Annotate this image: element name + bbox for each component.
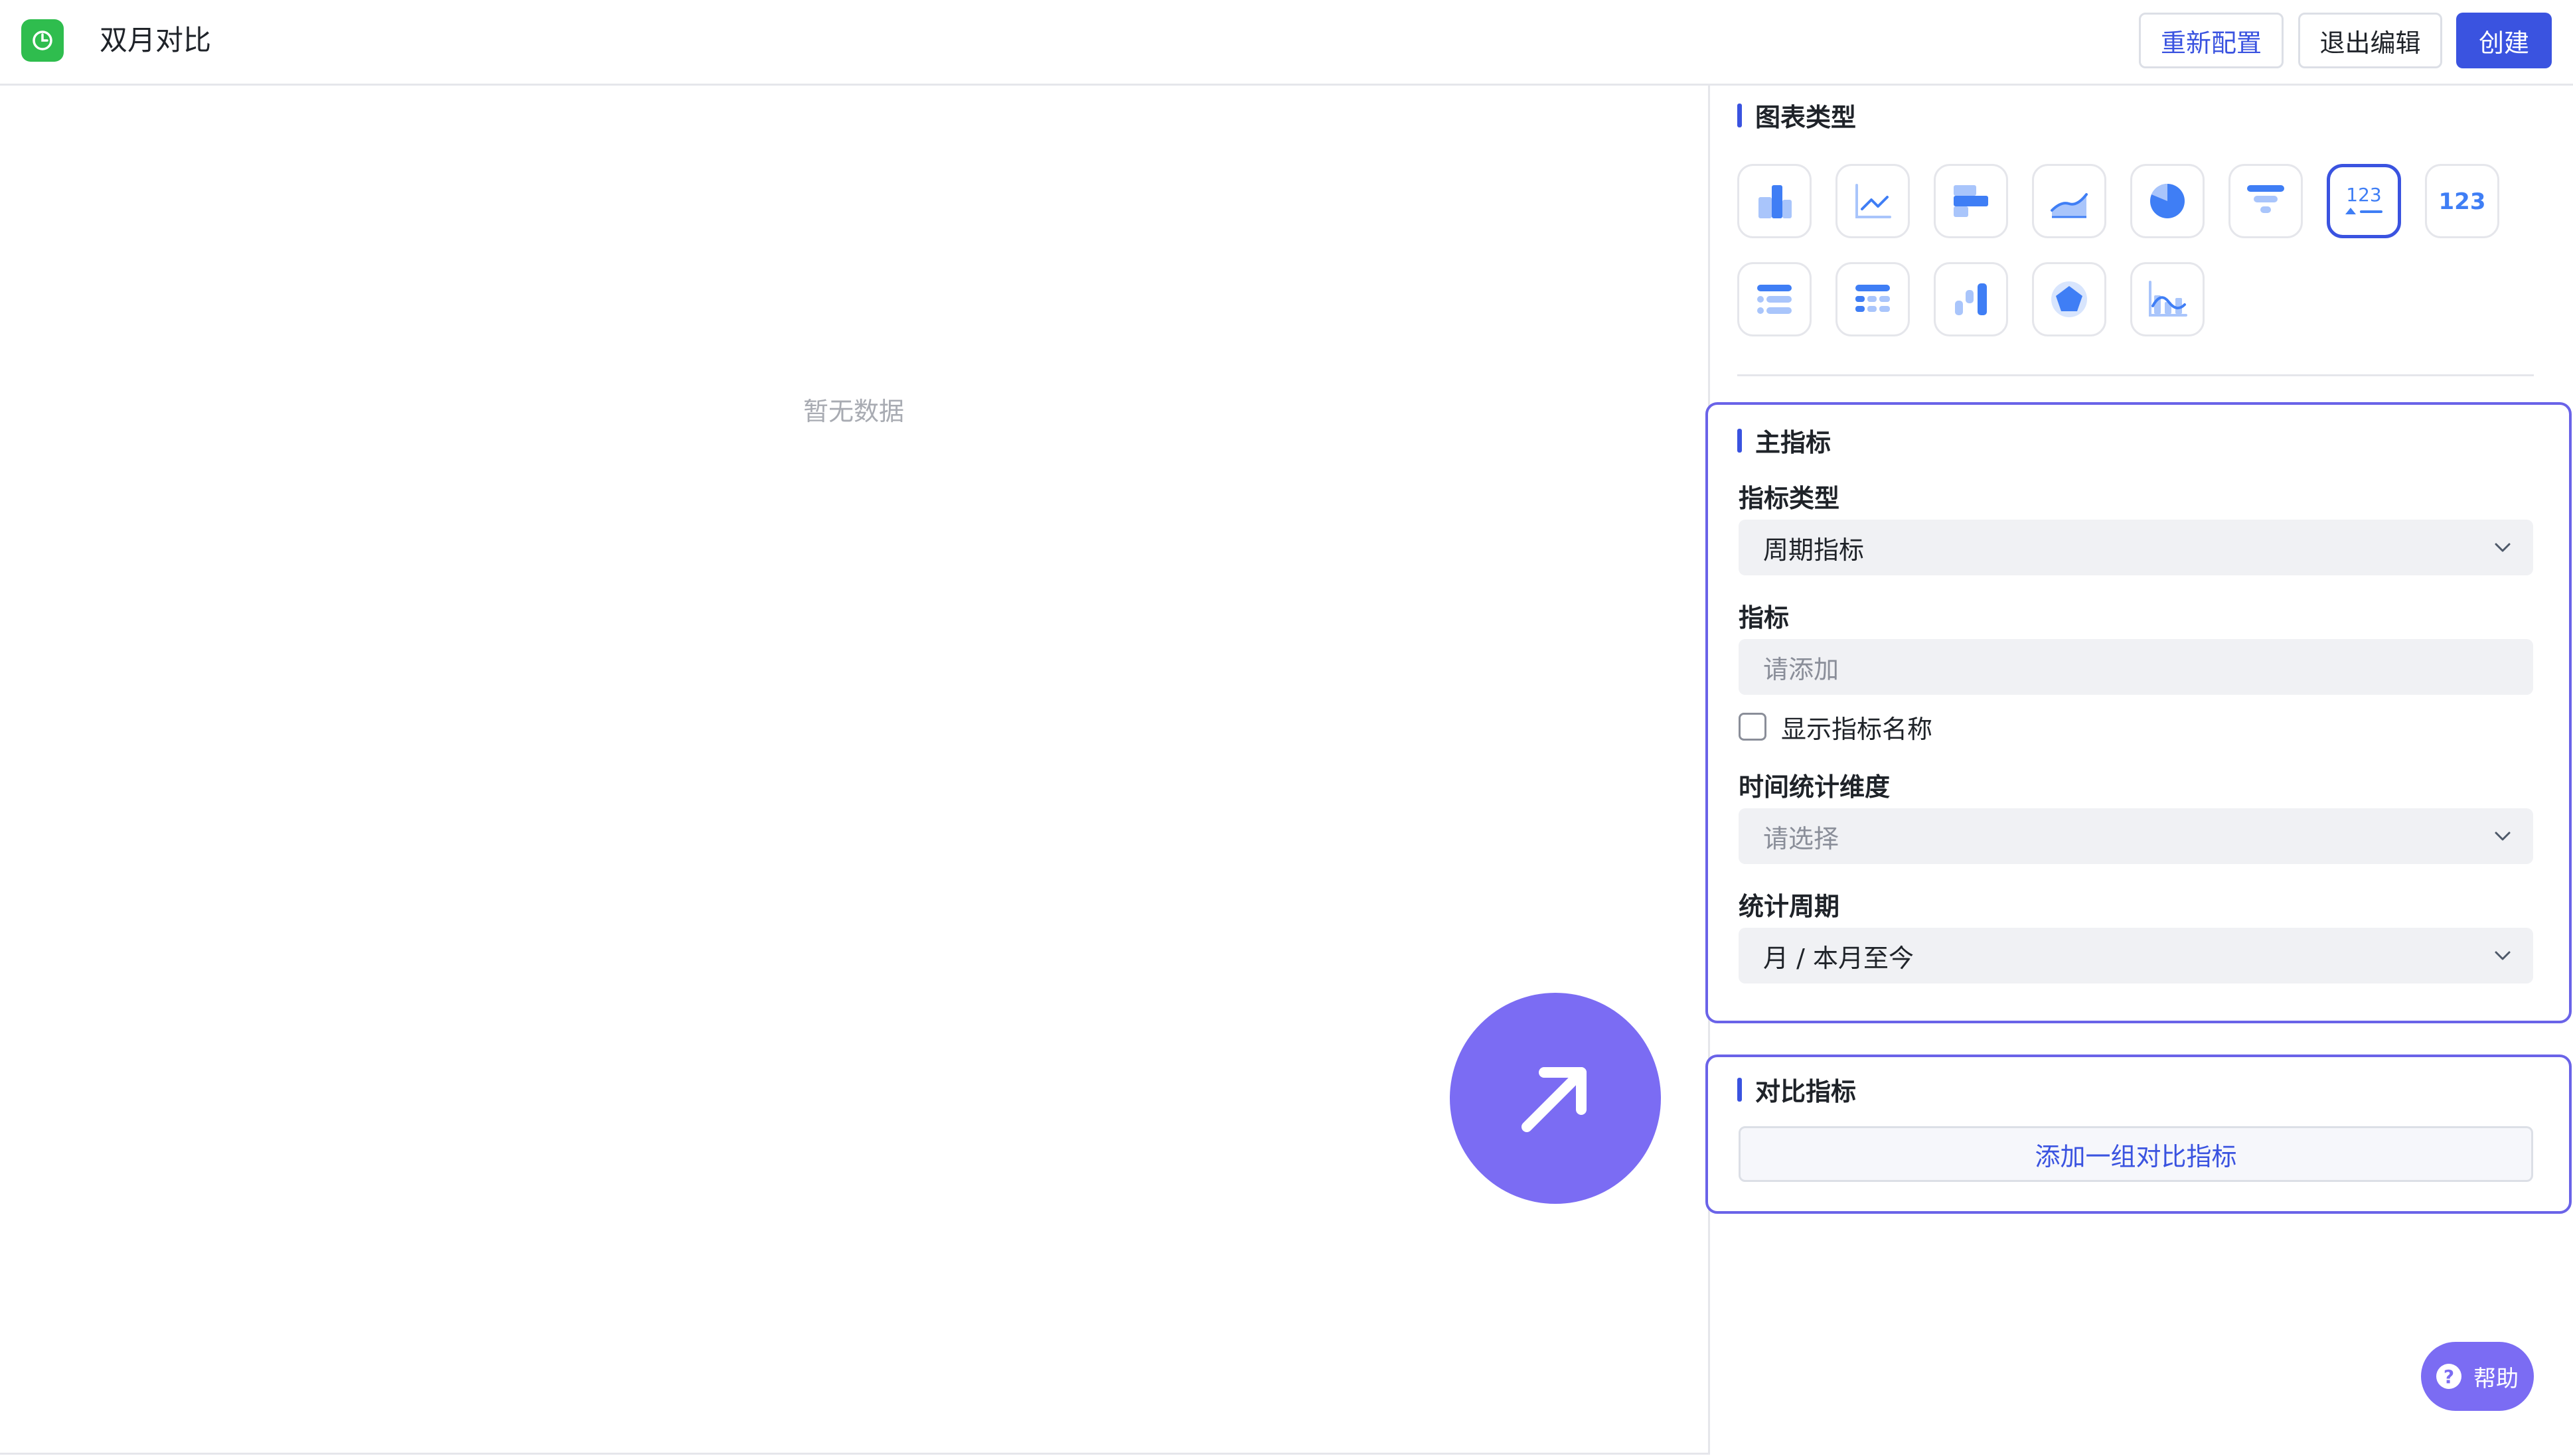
help-label: 帮助 xyxy=(2473,1365,2519,1392)
column-chart-option[interactable] xyxy=(1737,164,1812,238)
metric-card-compare-option[interactable]: 123 xyxy=(2327,164,2401,238)
exit-edit-button[interactable]: 退出编辑 xyxy=(2298,13,2442,68)
empty-state-text: 暂无数据 xyxy=(803,397,905,426)
chevron-down-icon xyxy=(2495,951,2511,960)
bar-compare-icon xyxy=(1955,283,1987,315)
funnel-chart-option[interactable] xyxy=(2228,164,2303,238)
dual-axis-chart-icon xyxy=(2149,281,2187,317)
heading-accent-bar xyxy=(1737,428,1742,453)
area-chart-icon xyxy=(2051,193,2088,218)
main-metric-title: 主指标 xyxy=(1755,428,1832,457)
list-icon xyxy=(1757,285,1792,314)
pie-chart-option[interactable] xyxy=(2130,164,2205,238)
top-bar: 双月对比 重新配置 退出编辑 创建 xyxy=(0,0,2573,86)
add-compare-metric-button[interactable]: 添加一组对比指标 xyxy=(1739,1126,2533,1182)
period-value: 月 / 本月至今 xyxy=(1763,943,1914,973)
metric-card-compare-icon: 123 xyxy=(2345,184,2382,214)
period-label: 统计周期 xyxy=(1739,892,1840,921)
chevron-down-icon xyxy=(2495,543,2511,552)
expand-arrow-button[interactable] xyxy=(1450,993,1661,1204)
compare-metric-title: 对比指标 xyxy=(1755,1077,1857,1106)
bar-chart-option[interactable] xyxy=(1934,164,2008,238)
create-button[interactable]: 创建 xyxy=(2456,13,2552,68)
chart-preview-area: 暂无数据 xyxy=(0,86,1710,1453)
pie-chart-icon xyxy=(2150,184,2185,218)
heading-accent-bar xyxy=(1737,103,1742,127)
time-dimension-select[interactable]: 请选择 xyxy=(1739,808,2533,864)
metric-type-select[interactable]: 周期指标 xyxy=(1739,520,2533,575)
radar-chart-option[interactable] xyxy=(2032,262,2106,336)
area-chart-option[interactable] xyxy=(2032,164,2106,238)
metric-number-glyph: 123 xyxy=(2439,188,2486,215)
time-dimension-label: 时间统计维度 xyxy=(1739,772,1891,802)
time-dimension-placeholder: 请选择 xyxy=(1763,824,1839,853)
line-chart-option[interactable] xyxy=(1835,164,1910,238)
show-metric-name-checkbox[interactable] xyxy=(1739,713,1766,741)
metric-add-field[interactable]: 请添加 xyxy=(1739,639,2533,695)
metric-label: 指标 xyxy=(1739,603,1790,632)
help-button[interactable]: ? 帮助 xyxy=(2421,1342,2534,1411)
metric-type-value: 周期指标 xyxy=(1763,535,1865,565)
list-option[interactable] xyxy=(1737,262,1812,336)
line-chart-icon xyxy=(1855,184,1891,218)
chart-type-title: 图表类型 xyxy=(1755,103,1857,132)
metric-number-glyph: 123 xyxy=(2346,184,2381,206)
main-metric-heading: 主指标 xyxy=(1737,422,1831,459)
help-icon: ? xyxy=(2436,1364,2461,1389)
arrow-up-right-icon xyxy=(1521,1067,1587,1132)
column-chart-icon xyxy=(1758,185,1792,218)
metric-card-icon: 123 xyxy=(2439,188,2486,215)
heading-accent-bar xyxy=(1737,1077,1742,1102)
chevron-down-icon xyxy=(2495,832,2511,841)
detail-table-icon xyxy=(1855,285,1890,312)
metric-card-option[interactable]: 123 xyxy=(2425,164,2499,238)
metric-type-label: 指标类型 xyxy=(1739,484,1840,513)
chart-type-heading: 图表类型 xyxy=(1737,97,1856,133)
section-divider xyxy=(1737,374,2534,376)
compare-metric-heading: 对比指标 xyxy=(1737,1071,1856,1108)
radar-chart-icon xyxy=(2051,281,2087,317)
reset-config-button[interactable]: 重新配置 xyxy=(2139,13,2284,68)
show-metric-name-label[interactable]: 显示指标名称 xyxy=(1781,709,1932,745)
detail-table-option[interactable] xyxy=(1835,262,1910,336)
funnel-chart-icon xyxy=(2247,185,2284,213)
dual-axis-chart-option[interactable] xyxy=(2130,262,2205,336)
period-select[interactable]: 月 / 本月至今 xyxy=(1739,928,2533,983)
bar-chart-icon xyxy=(1954,185,1988,217)
app-logo-icon xyxy=(21,19,64,62)
page-title: 双月对比 xyxy=(100,24,212,56)
bottom-divider xyxy=(0,1453,1710,1455)
metric-placeholder: 请添加 xyxy=(1763,654,1839,684)
bar-compare-option[interactable] xyxy=(1934,262,2008,336)
